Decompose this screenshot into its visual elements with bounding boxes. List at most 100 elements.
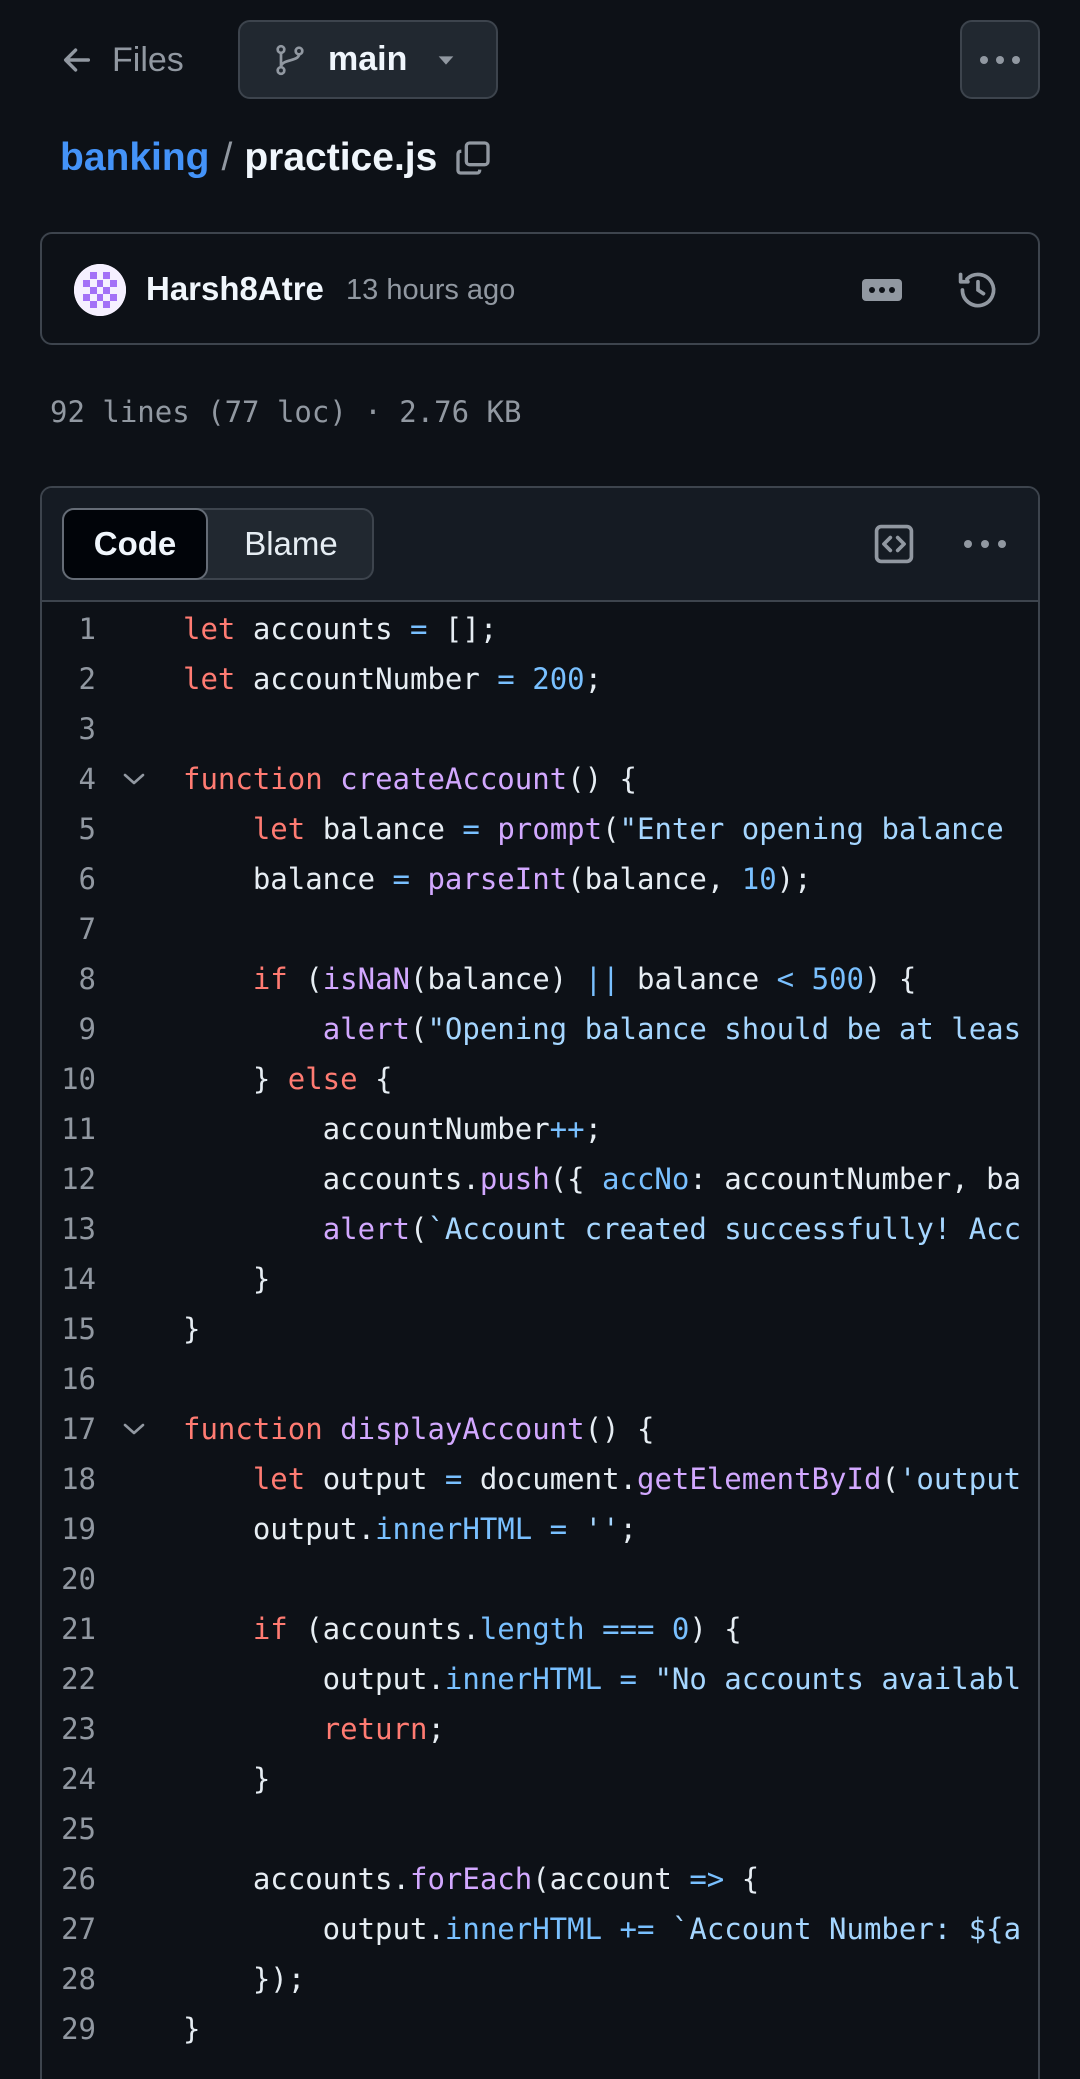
line-number[interactable]: 1	[42, 604, 96, 654]
repo-link[interactable]: banking	[60, 136, 210, 180]
line-number[interactable]: 12	[42, 1154, 96, 1204]
line-number[interactable]: 9	[42, 1004, 96, 1054]
line-number[interactable]: 3	[42, 704, 96, 754]
line-number[interactable]: 25	[42, 1804, 96, 1854]
code-text: accountNumber++;	[183, 1112, 603, 1146]
line-number[interactable]: 13	[42, 1204, 96, 1254]
view-toggle: Code Blame	[62, 508, 374, 580]
code-text: if (isNaN(balance) || balance < 500) {	[252, 962, 917, 996]
back-to-files-button[interactable]: Files	[60, 36, 184, 84]
file-name: practice.js	[244, 136, 438, 179]
line-number[interactable]: 14	[42, 1254, 96, 1304]
code-text: alert(`Account created successfully! Acc	[322, 1212, 1022, 1246]
code-text: }	[183, 2012, 201, 2046]
line-number[interactable]: 27	[42, 1904, 96, 1954]
line-number[interactable]: 7	[42, 904, 96, 954]
more-options-button[interactable]	[960, 20, 1040, 99]
code-line: 5 let balance = prompt("Enter opening ba…	[42, 804, 1038, 854]
code-text: accounts.push({ accNo: accountNumber, ba	[183, 1162, 1022, 1196]
code-text: });	[183, 1962, 306, 1996]
code-line: 14 }	[42, 1254, 1038, 1304]
line-number[interactable]: 15	[42, 1304, 96, 1354]
line-number[interactable]: 22	[42, 1654, 96, 1704]
commit-author[interactable]: Harsh8Atre	[146, 270, 324, 308]
code-line: 8 if (isNaN(balance) || balance < 500) {	[42, 954, 1038, 1004]
code-line: 10 } else {	[42, 1054, 1038, 1104]
line-number[interactable]: 28	[42, 1954, 96, 2004]
line-number[interactable]: 19	[42, 1504, 96, 1554]
code-line: 29}	[42, 2004, 1038, 2054]
code-line: 16	[42, 1354, 1038, 1404]
branch-selector[interactable]: main	[238, 20, 498, 99]
line-number[interactable]: 29	[42, 2004, 96, 2054]
line-number[interactable]: 4	[42, 754, 96, 804]
code-text: } else {	[183, 1062, 393, 1096]
git-branch-icon	[276, 44, 304, 75]
line-number[interactable]: 20	[42, 1554, 96, 1604]
line-number[interactable]: 6	[42, 854, 96, 904]
line-number[interactable]: 21	[42, 1604, 96, 1654]
code-text: let accounts = [];	[183, 612, 498, 646]
copy-path-icon[interactable]	[453, 138, 493, 178]
code-line: 26 accounts.forEach(account => {	[42, 1854, 1038, 1904]
arrow-left-icon	[63, 48, 91, 72]
code-text: }	[183, 1262, 271, 1296]
avatar[interactable]	[74, 264, 126, 316]
code-line: 6 balance = parseInt(balance, 10);	[42, 854, 1038, 904]
line-number[interactable]: 5	[42, 804, 96, 854]
line-number[interactable]: 11	[42, 1104, 96, 1154]
line-number[interactable]: 24	[42, 1754, 96, 1804]
fold-chevron-icon[interactable]	[120, 1417, 148, 1441]
code-text: let output = document.getElementById('ou…	[252, 1462, 1022, 1496]
commit-message-toggle[interactable]	[860, 270, 904, 310]
ellipsis-icon	[862, 279, 902, 301]
line-number[interactable]: 16	[42, 1354, 96, 1404]
line-number[interactable]: 18	[42, 1454, 96, 1504]
top-bar: Files main	[0, 0, 1080, 120]
code-line: 12 accounts.push({ accNo: accountNumber,…	[42, 1154, 1038, 1204]
code-panel-header: Code Blame	[42, 488, 1038, 602]
code-panel: Code Blame 1 let accounts = []; 2 let accou…	[40, 486, 1040, 2079]
code-line: 1 let accounts = [];	[42, 604, 1038, 654]
code-text: function displayAccount() {	[183, 1412, 655, 1446]
line-number[interactable]: 26	[42, 1854, 96, 1904]
kebab-horizontal-icon	[964, 540, 1006, 548]
tab-code[interactable]: Code	[62, 508, 208, 580]
latest-commit-box: Harsh8Atre 13 hours ago	[40, 232, 1040, 345]
code-line: 22 output.innerHTML = "No accounts avail…	[42, 1654, 1038, 1704]
branch-name: main	[328, 40, 408, 78]
line-number[interactable]: 8	[42, 954, 96, 1004]
code-line: 25	[42, 1804, 1038, 1854]
history-icon[interactable]	[956, 268, 1000, 312]
code-text: function createAccount() {	[183, 762, 637, 796]
code-text: if (accounts.length === 0) {	[252, 1612, 742, 1646]
code-line: 2 let accountNumber = 200;	[42, 654, 1038, 704]
identicon-icon	[74, 264, 126, 316]
line-number[interactable]: 17	[42, 1404, 96, 1454]
symbols-panel-icon[interactable]	[872, 522, 916, 566]
code-text: output.innerHTML += `Account Number: ${a	[183, 1912, 1022, 1946]
breadcrumb-separator: /	[221, 136, 233, 179]
file-meta: 92 lines (77 loc) · 2.76 KB	[50, 395, 522, 429]
code-text: accounts.forEach(account => {	[183, 1862, 760, 1896]
code-text: }	[183, 1762, 271, 1796]
code-line: 7	[42, 904, 1038, 954]
code-line: 28 });	[42, 1954, 1038, 2004]
code-line: 20	[42, 1554, 1038, 1604]
code-line: 4 function createAccount() {	[42, 754, 1038, 804]
tab-blame[interactable]: Blame	[208, 510, 374, 578]
code-text: output.innerHTML = "No accounts availabl	[183, 1662, 1022, 1696]
caret-down-icon	[439, 55, 454, 65]
code-text: output.innerHTML = '';	[183, 1512, 637, 1546]
code-more-options-button[interactable]	[962, 524, 1008, 564]
line-number[interactable]: 2	[42, 654, 96, 704]
line-number[interactable]: 23	[42, 1704, 96, 1754]
code-text: }	[183, 1312, 201, 1346]
code-line: 27 output.innerHTML += `Account Number: …	[42, 1904, 1038, 1954]
code-line: 24 }	[42, 1754, 1038, 1804]
code-line: 11 accountNumber++;	[42, 1104, 1038, 1154]
line-number[interactable]: 10	[42, 1054, 96, 1104]
code-line: 15}	[42, 1304, 1038, 1354]
fold-chevron-icon[interactable]	[120, 767, 148, 791]
code-text: let balance = prompt("Enter opening bala…	[252, 812, 1004, 846]
